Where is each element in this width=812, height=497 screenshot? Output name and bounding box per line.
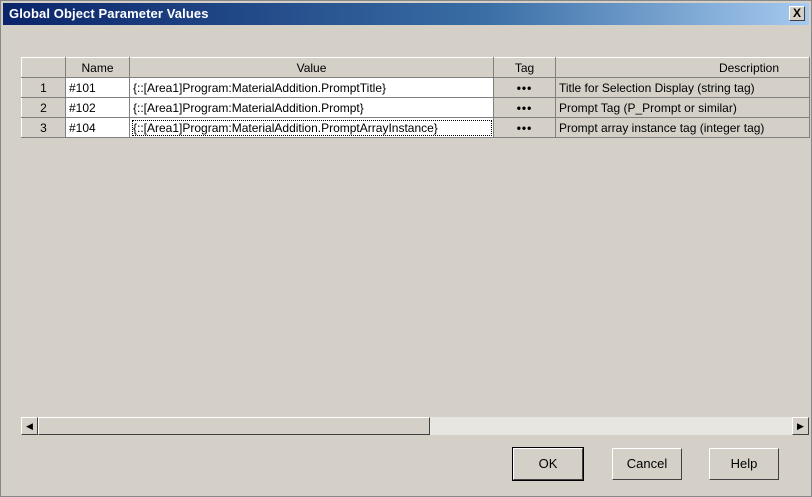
- row-number[interactable]: 2: [21, 97, 66, 118]
- description-cell: Title for Selection Display (string tag): [555, 77, 810, 98]
- title-bar[interactable]: Global Object Parameter Values X: [3, 3, 809, 25]
- ok-button[interactable]: OK: [512, 447, 584, 481]
- table-row: 2 #102 {::[Area1]Program:MaterialAdditio…: [21, 97, 810, 118]
- name-cell: #101: [65, 77, 130, 98]
- header-row: Name Value Tag Description: [21, 57, 810, 78]
- value-cell[interactable]: {::[Area1]Program:MaterialAddition.Promp…: [129, 97, 494, 118]
- name-cell: #102: [65, 97, 130, 118]
- table-row: 1 #101 {::[Area1]Program:MaterialAdditio…: [21, 77, 810, 98]
- tag-browse-button[interactable]: •••: [493, 97, 556, 118]
- table-row: 3 #104 {::[Area1]Program:MaterialAdditio…: [21, 117, 810, 138]
- close-button[interactable]: X: [789, 6, 805, 21]
- description-cell: Prompt Tag (P_Prompt or similar): [555, 97, 810, 118]
- window-title: Global Object Parameter Values: [9, 6, 209, 21]
- cancel-button[interactable]: Cancel: [612, 448, 682, 480]
- value-cell[interactable]: {::[Area1]Program:MaterialAddition.Promp…: [129, 117, 494, 138]
- scrollbar-thumb[interactable]: [38, 417, 430, 435]
- name-column-header[interactable]: Name: [65, 57, 130, 78]
- help-button[interactable]: Help: [709, 448, 779, 480]
- row-number[interactable]: 3: [21, 117, 66, 138]
- tag-column-header[interactable]: Tag: [493, 57, 556, 78]
- row-number[interactable]: 1: [21, 77, 66, 98]
- parameter-grid: Name Value Tag Description 1 #101 {::[Ar…: [21, 57, 810, 138]
- value-column-header[interactable]: Value: [129, 57, 494, 78]
- name-cell: #104: [65, 117, 130, 138]
- description-column-header[interactable]: Description: [555, 57, 810, 78]
- horizontal-scrollbar[interactable]: ◀ ▶: [21, 417, 809, 435]
- value-cell[interactable]: {::[Area1]Program:MaterialAddition.Promp…: [129, 77, 494, 98]
- row-number-header: [21, 57, 66, 78]
- scroll-right-icon[interactable]: ▶: [792, 417, 809, 435]
- tag-browse-button[interactable]: •••: [493, 117, 556, 138]
- description-cell: Prompt array instance tag (integer tag): [555, 117, 810, 138]
- tag-browse-button[interactable]: •••: [493, 77, 556, 98]
- scroll-left-icon[interactable]: ◀: [21, 417, 38, 435]
- dialog-window: Global Object Parameter Values X Name Va…: [0, 0, 812, 497]
